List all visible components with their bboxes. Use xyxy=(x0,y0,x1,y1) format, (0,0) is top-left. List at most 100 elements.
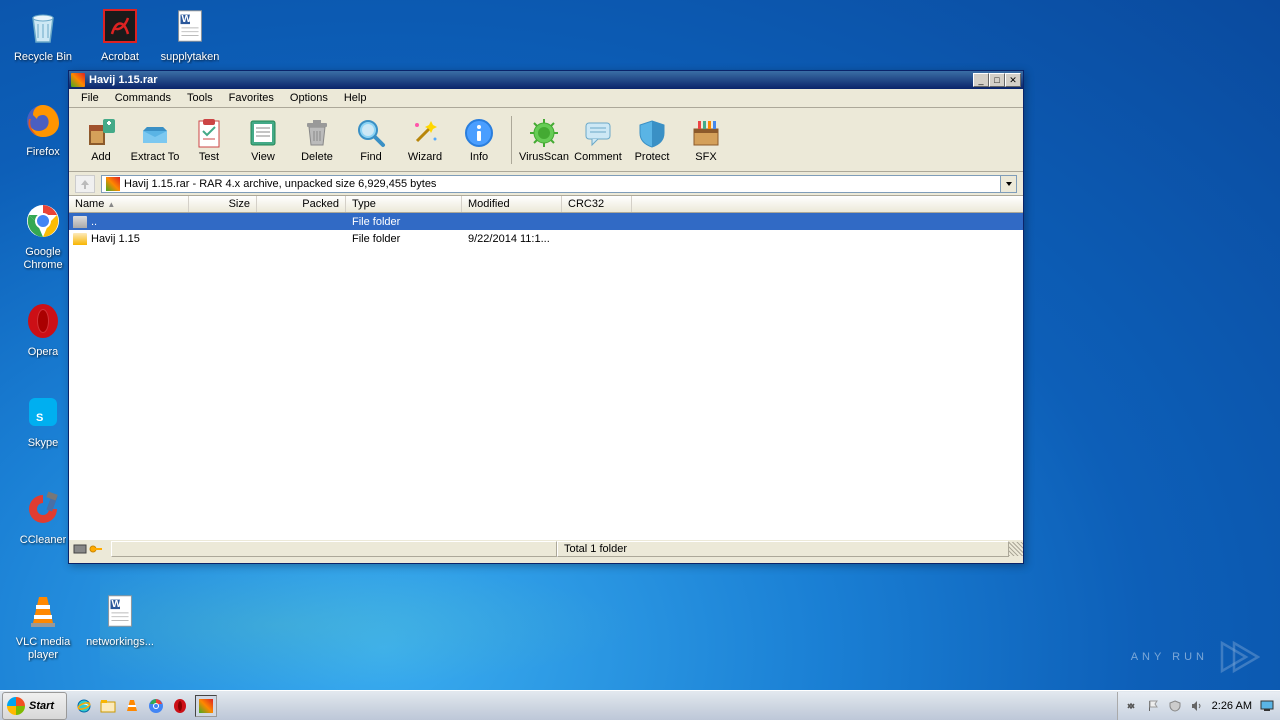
opera-icon xyxy=(22,300,64,342)
toolbar-label: Wizard xyxy=(408,151,442,163)
toolbar-protect[interactable]: Protect xyxy=(626,112,678,168)
word-doc-icon: W xyxy=(99,590,141,632)
quick-launch-chrome[interactable] xyxy=(147,697,165,715)
quick-launch-vlc[interactable] xyxy=(123,697,141,715)
desktop-icon-label: Recycle Bin xyxy=(14,51,72,64)
desktop-icon-label: networkings... xyxy=(86,636,154,649)
key-icon xyxy=(89,543,103,555)
column-crc32[interactable]: CRC32 xyxy=(562,196,632,212)
toolbar-label: Comment xyxy=(574,151,622,163)
toolbar-label: Find xyxy=(360,151,381,163)
file-modified: 9/22/2014 11:1... xyxy=(462,233,562,245)
close-button[interactable]: ✕ xyxy=(1005,73,1021,87)
disk-icon xyxy=(73,543,87,555)
menu-favorites[interactable]: Favorites xyxy=(221,90,282,106)
anyrun-watermark: ANY RUN xyxy=(1131,639,1260,675)
desktop-icon-label: Firefox xyxy=(26,146,60,159)
minimize-button[interactable]: _ xyxy=(973,73,989,87)
address-dropdown[interactable] xyxy=(1000,176,1016,192)
archive-icon xyxy=(106,177,120,191)
toolbar-label: VirusScan xyxy=(519,151,569,163)
start-button[interactable]: Start xyxy=(2,692,67,720)
desktop: Recycle Bin Acrobat W supplytaken Firefo… xyxy=(0,0,1280,720)
tray-expand-icon[interactable] xyxy=(1124,699,1138,713)
toolbar-label: Delete xyxy=(301,151,333,163)
tray-shield-icon[interactable] xyxy=(1168,699,1182,713)
desktop-icon-label: Opera xyxy=(28,346,59,359)
file-row[interactable]: Havij 1.15 File folder 9/22/2014 11:1... xyxy=(69,230,1023,247)
column-packed[interactable]: Packed xyxy=(257,196,346,212)
tray-volume-icon[interactable] xyxy=(1190,699,1204,713)
toolbar-comment[interactable]: Comment xyxy=(572,112,624,168)
toolbar-label: Add xyxy=(91,151,111,163)
address-field[interactable]: Havij 1.15.rar - RAR 4.x archive, unpack… xyxy=(101,175,1017,193)
tray-desktop-icon[interactable] xyxy=(1260,699,1274,713)
column-type[interactable]: Type xyxy=(346,196,462,212)
column-name[interactable]: Name ▲ xyxy=(69,196,189,212)
winrar-icon xyxy=(199,699,213,713)
taskbar-item-winrar[interactable] xyxy=(195,695,217,717)
toolbar-label: SFX xyxy=(695,151,716,163)
toolbar-sfx[interactable]: SFX xyxy=(680,112,732,168)
test-icon xyxy=(193,117,225,149)
resize-grip[interactable] xyxy=(1009,542,1023,556)
maximize-button[interactable]: □ xyxy=(989,73,1005,87)
toolbar-label: Protect xyxy=(635,151,670,163)
vlc-icon xyxy=(22,590,64,632)
toolbar-label: Info xyxy=(470,151,488,163)
file-list[interactable]: .. File folder Havij 1.15 File folder 9/… xyxy=(69,213,1023,539)
toolbar-test[interactable]: Test xyxy=(183,112,235,168)
file-name: .. xyxy=(91,216,97,228)
desktop-icon-networkings[interactable]: W networkings... xyxy=(85,590,155,670)
taskbar-clock[interactable]: 2:26 AM xyxy=(1212,700,1252,712)
toolbar-info[interactable]: Info xyxy=(453,112,505,168)
virus-icon xyxy=(528,117,560,149)
toolbar-view[interactable]: View xyxy=(237,112,289,168)
file-row-parent[interactable]: .. File folder xyxy=(69,213,1023,230)
winrar-window: Havij 1.15.rar _ □ ✕ File Commands Tools… xyxy=(68,70,1024,564)
toolbar-wizard[interactable]: Wizard xyxy=(399,112,451,168)
sort-asc-icon: ▲ xyxy=(107,200,115,209)
toolbar-virusscan[interactable]: VirusScan xyxy=(518,112,570,168)
windows-logo-icon xyxy=(7,697,25,715)
up-button[interactable] xyxy=(75,175,95,193)
menu-tools[interactable]: Tools xyxy=(179,90,221,106)
toolbar: Add Extract To Test View Delete Find xyxy=(69,108,1023,172)
svg-text:W: W xyxy=(181,14,191,25)
column-size[interactable]: Size xyxy=(189,196,257,212)
tray-flag-icon[interactable] xyxy=(1146,699,1160,713)
status-selection xyxy=(111,541,557,557)
acrobat-icon xyxy=(99,5,141,47)
winrar-icon xyxy=(71,73,85,87)
up-arrow-icon xyxy=(79,178,91,190)
menu-file[interactable]: File xyxy=(73,90,107,106)
ccleaner-icon xyxy=(22,488,64,530)
extract-icon xyxy=(139,117,171,149)
quick-launch-explorer[interactable] xyxy=(99,697,117,715)
view-icon xyxy=(247,117,279,149)
titlebar[interactable]: Havij 1.15.rar _ □ ✕ xyxy=(69,71,1023,89)
taskbar: Start 2:26 AM xyxy=(0,690,1280,720)
menu-options[interactable]: Options xyxy=(282,90,336,106)
desktop-icon-vlc[interactable]: VLC media player xyxy=(8,590,78,670)
menu-help[interactable]: Help xyxy=(336,90,375,106)
wizard-icon xyxy=(409,117,441,149)
toolbar-find[interactable]: Find xyxy=(345,112,397,168)
quick-launch-ie[interactable] xyxy=(75,697,93,715)
toolbar-label: Test xyxy=(199,151,219,163)
start-label: Start xyxy=(29,700,54,712)
toolbar-separator xyxy=(511,116,512,164)
protect-icon xyxy=(636,117,668,149)
menubar: File Commands Tools Favorites Options He… xyxy=(69,89,1023,108)
column-modified[interactable]: Modified xyxy=(462,196,562,212)
toolbar-delete[interactable]: Delete xyxy=(291,112,343,168)
toolbar-label: Extract To xyxy=(131,151,180,163)
desktop-icon-label: Acrobat xyxy=(101,51,139,64)
toolbar-extract[interactable]: Extract To xyxy=(129,112,181,168)
quick-launch-opera[interactable] xyxy=(171,697,189,715)
menu-commands[interactable]: Commands xyxy=(107,90,179,106)
recycle-bin-icon xyxy=(22,5,64,47)
comment-icon xyxy=(582,117,614,149)
toolbar-add[interactable]: Add xyxy=(75,112,127,168)
toolbar-label: View xyxy=(251,151,275,163)
